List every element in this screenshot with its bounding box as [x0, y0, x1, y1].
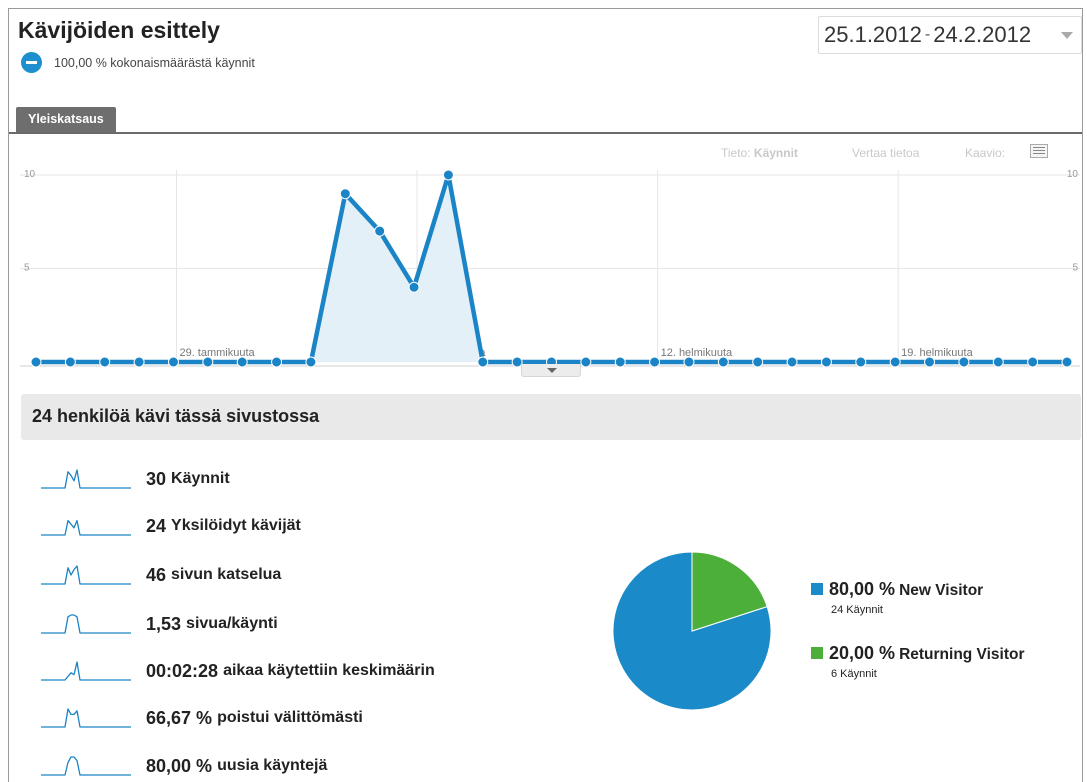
- legend-returning-visitor[interactable]: 20,00 % Returning Visitor 6 Käynnit: [811, 643, 1025, 680]
- metric-row: 46 sivun katselua: [40, 560, 281, 590]
- metric-number: 24: [146, 515, 167, 536]
- y-tick-label-left: 5: [24, 263, 30, 274]
- data-point[interactable]: [202, 356, 214, 368]
- data-point[interactable]: [408, 281, 420, 293]
- data-point[interactable]: [580, 356, 592, 368]
- metric-number: 46: [146, 564, 167, 585]
- metric-number: 00:02:28: [146, 660, 219, 681]
- metric-row: 24 Yksilöidyt kävijät: [40, 511, 301, 541]
- sparkline-line: [41, 565, 131, 585]
- data-point[interactable]: [133, 356, 145, 368]
- metric-number: 80,00 %: [146, 755, 213, 776]
- data-point[interactable]: [889, 356, 901, 368]
- data-point[interactable]: [924, 356, 936, 368]
- data-point[interactable]: [992, 356, 1004, 368]
- data-point[interactable]: [1061, 356, 1073, 368]
- data-point[interactable]: [442, 169, 454, 181]
- data-point[interactable]: [614, 356, 626, 368]
- sparkline-line: [41, 756, 131, 776]
- chart-collapse-handle[interactable]: [521, 364, 581, 377]
- data-point[interactable]: [683, 356, 695, 368]
- metric-row: 00:02:28 aikaa käytettiin keskimäärin: [40, 656, 435, 686]
- legend-visits: 6 Käynnit: [831, 668, 877, 680]
- metric-row: 1,53 sivua/käynti: [40, 609, 278, 639]
- metric-label: Yksilöidyt kävijät: [171, 517, 301, 534]
- legend-swatch: [811, 646, 823, 659]
- data-point[interactable]: [236, 356, 248, 368]
- legend-swatch: [811, 582, 823, 595]
- legend-label: New Visitor: [899, 582, 984, 599]
- sparkline-line: [41, 614, 131, 634]
- metric-number: 30: [146, 468, 167, 489]
- metric-row: 30 Käynnit: [40, 464, 230, 494]
- metric-label: sivun katselua: [171, 566, 282, 583]
- data-point[interactable]: [1027, 356, 1039, 368]
- sparkline[interactable]: [40, 467, 132, 491]
- metric-row: 66,67 % poistui välittömästi: [40, 703, 363, 733]
- data-point[interactable]: [271, 356, 283, 368]
- data-point[interactable]: [30, 356, 42, 368]
- data-point[interactable]: [717, 356, 729, 368]
- data-point[interactable]: [649, 356, 661, 368]
- sparkline[interactable]: [40, 514, 132, 538]
- sparkline-line: [41, 519, 131, 536]
- data-point[interactable]: [99, 356, 111, 368]
- legend-label: Returning Visitor: [899, 646, 1025, 663]
- sparkline[interactable]: [40, 754, 132, 778]
- data-point[interactable]: [64, 356, 76, 368]
- sparkline[interactable]: [40, 612, 132, 636]
- legend-visits: 24 Käynnit: [831, 604, 883, 616]
- legend-percent: 20,00 %: [829, 643, 896, 663]
- metric-row: 80,00 % uusia käyntejä: [40, 751, 327, 781]
- data-point[interactable]: [958, 356, 970, 368]
- visits-line-chart: 55101029. tammikuuta5. helmikuuta12. hel…: [20, 169, 1080, 368]
- data-point[interactable]: [167, 356, 179, 368]
- sparkline[interactable]: [40, 706, 132, 730]
- data-point[interactable]: [477, 356, 489, 368]
- y-tick-label-left: 10: [24, 169, 36, 180]
- y-tick-label-right: 10: [1067, 169, 1079, 180]
- summary-headline: 24 henkilöä kävi tässä sivustossa: [32, 406, 320, 426]
- data-point[interactable]: [305, 356, 317, 368]
- legend-new-visitor[interactable]: 80,00 % New Visitor 24 Käynnit: [811, 579, 983, 616]
- data-point[interactable]: [820, 356, 832, 368]
- data-point[interactable]: [339, 188, 351, 200]
- metric-label: poistui välittömästi: [217, 709, 363, 726]
- sparkline-line: [41, 469, 131, 489]
- metric-label: Käynnit: [171, 470, 230, 487]
- data-point[interactable]: [752, 356, 764, 368]
- sparkline-line: [41, 708, 131, 728]
- y-tick-label-right: 5: [1072, 263, 1078, 274]
- legend-percent: 80,00 %: [829, 579, 896, 599]
- metric-number: 66,67 %: [146, 707, 213, 728]
- metric-label: sivua/käynti: [186, 615, 278, 632]
- data-point[interactable]: [855, 356, 867, 368]
- visitor-type-pie-chart[interactable]: [612, 551, 772, 711]
- metric-number: 1,53: [146, 613, 182, 634]
- sparkline-line: [41, 661, 131, 681]
- sparkline[interactable]: [40, 563, 132, 587]
- summary-header: 24 henkilöä kävi tässä sivustossa: [21, 394, 1081, 440]
- data-point[interactable]: [786, 356, 798, 368]
- data-point[interactable]: [374, 225, 386, 237]
- metric-label: uusia käyntejä: [217, 757, 328, 774]
- metric-label: aikaa käytettiin keskimäärin: [223, 662, 435, 679]
- sparkline[interactable]: [40, 659, 132, 683]
